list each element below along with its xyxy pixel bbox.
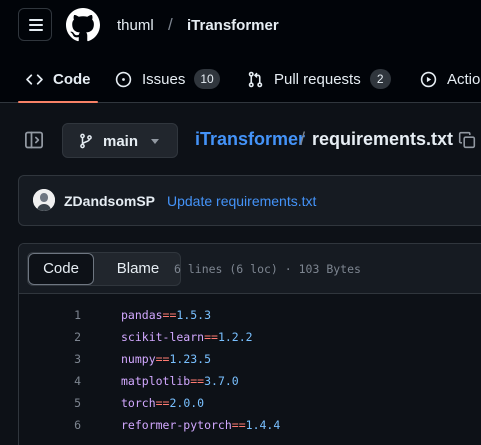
code-line: 4 matplotlib==3.7.0 (19, 370, 481, 392)
version-number: 2.0.0 (169, 396, 205, 410)
version-number: 1.23.5 (169, 352, 212, 366)
line-content: torch==2.0.0 (121, 392, 204, 414)
github-logo-icon[interactable] (66, 8, 100, 42)
menu-button[interactable] (18, 8, 52, 41)
package-name: reformer-pytorch (121, 418, 232, 432)
version-number: 1.4.4 (245, 418, 281, 432)
tab-actions[interactable]: Actions (420, 66, 481, 92)
line-content: reformer-pytorch==1.4.4 (121, 414, 280, 436)
hamburger-icon (29, 19, 43, 21)
package-name: pandas (121, 308, 163, 322)
line-number[interactable]: 5 (55, 392, 81, 414)
line-number[interactable]: 6 (55, 414, 81, 436)
issue-opened-icon (115, 71, 132, 87)
version-number: 1.5.3 (176, 308, 212, 322)
sidebar-expand-icon[interactable] (24, 130, 44, 150)
global-header: thuml / iTransformer Code Issues 10 Pull… (0, 0, 481, 103)
file-info: 6 lines (6 loc) · 103 Bytes (174, 262, 361, 276)
commit-author[interactable]: ZDandsomSP (64, 193, 155, 209)
line-content: numpy==1.23.5 (121, 348, 211, 370)
code-line: 1 pandas==1.5.3 (19, 304, 481, 326)
file-path-separator: / (300, 129, 306, 149)
code-line: 3 numpy==1.23.5 (19, 348, 481, 370)
tab-pull-requests-label: Pull requests (274, 70, 361, 88)
line-content: matplotlib==3.7.0 (121, 370, 239, 392)
tab-pull-requests[interactable]: Pull requests 2 (247, 66, 391, 92)
version-operator: == (231, 418, 246, 432)
copy-icon[interactable] (458, 131, 476, 149)
pull-request-icon (248, 71, 263, 87)
version-operator: == (204, 330, 218, 344)
line-number[interactable]: 3 (55, 348, 81, 370)
line-number[interactable]: 2 (55, 326, 81, 348)
issues-counter: 10 (194, 69, 220, 89)
code-line: 5 torch==2.0.0 (19, 392, 481, 414)
line-content: scikit-learn==1.2.2 (121, 326, 253, 348)
line-content: pandas==1.5.3 (121, 304, 211, 326)
version-operator: == (190, 374, 205, 388)
code-line: 2 scikit-learn==1.2.2 (19, 326, 481, 348)
tab-code-label: Code (53, 70, 91, 88)
active-tab-indicator (18, 101, 98, 103)
package-name: torch (121, 396, 156, 410)
play-icon (420, 71, 437, 87)
version-operator: == (162, 308, 177, 322)
version-number: 3.7.0 (204, 374, 239, 388)
view-mode-toggle: Code Blame (27, 252, 181, 286)
tab-code[interactable]: Code (26, 66, 91, 92)
tab-actions-label: Actions (447, 70, 481, 88)
avatar[interactable] (33, 189, 55, 211)
file-name: requirements.txt (312, 129, 454, 149)
line-number[interactable]: 1 (55, 304, 81, 326)
package-name: numpy (121, 352, 156, 366)
package-name: scikit-learn (121, 330, 205, 344)
pull-requests-counter: 2 (369, 69, 391, 89)
git-branch-icon (80, 133, 92, 149)
chevron-down-icon (151, 139, 159, 144)
code-icon (26, 73, 43, 85)
commit-message-link[interactable]: Update requirements.txt (167, 193, 316, 209)
code-lines: 1 pandas==1.5.3 2 scikit-learn==1.2.2 3 … (19, 304, 481, 436)
code-view-button[interactable]: Code (28, 253, 94, 285)
file-toolbar: Code Blame 6 lines (6 loc) · 103 Bytes (19, 244, 481, 294)
tab-issues-label: Issues (142, 70, 186, 88)
version-operator: == (155, 396, 170, 410)
latest-commit-box: ZDandsomSP Update requirements.txt (18, 175, 481, 226)
hamburger-icon-bar (29, 29, 43, 31)
branch-selector-button[interactable]: main (62, 123, 178, 158)
line-number[interactable]: 4 (55, 370, 81, 392)
breadcrumb-repo[interactable]: iTransformer (187, 17, 279, 34)
package-name: matplotlib (121, 374, 191, 388)
code-line: 6 reformer-pytorch==1.4.4 (19, 414, 481, 436)
tab-issues[interactable]: Issues 10 (115, 66, 220, 92)
hamburger-icon-bar (29, 24, 43, 26)
user-avatar-icon (33, 189, 55, 211)
version-operator: == (155, 352, 170, 366)
branch-name: main (103, 133, 139, 150)
file-path-repo-link[interactable]: iTransformer (195, 129, 305, 150)
blame-view-button[interactable]: Blame (94, 253, 182, 285)
version-number: 1.2.2 (217, 330, 253, 344)
breadcrumb-owner[interactable]: thuml (117, 17, 154, 34)
file-viewer: Code Blame 6 lines (6 loc) · 103 Bytes 1… (18, 243, 481, 445)
breadcrumb-separator: / (168, 15, 173, 34)
